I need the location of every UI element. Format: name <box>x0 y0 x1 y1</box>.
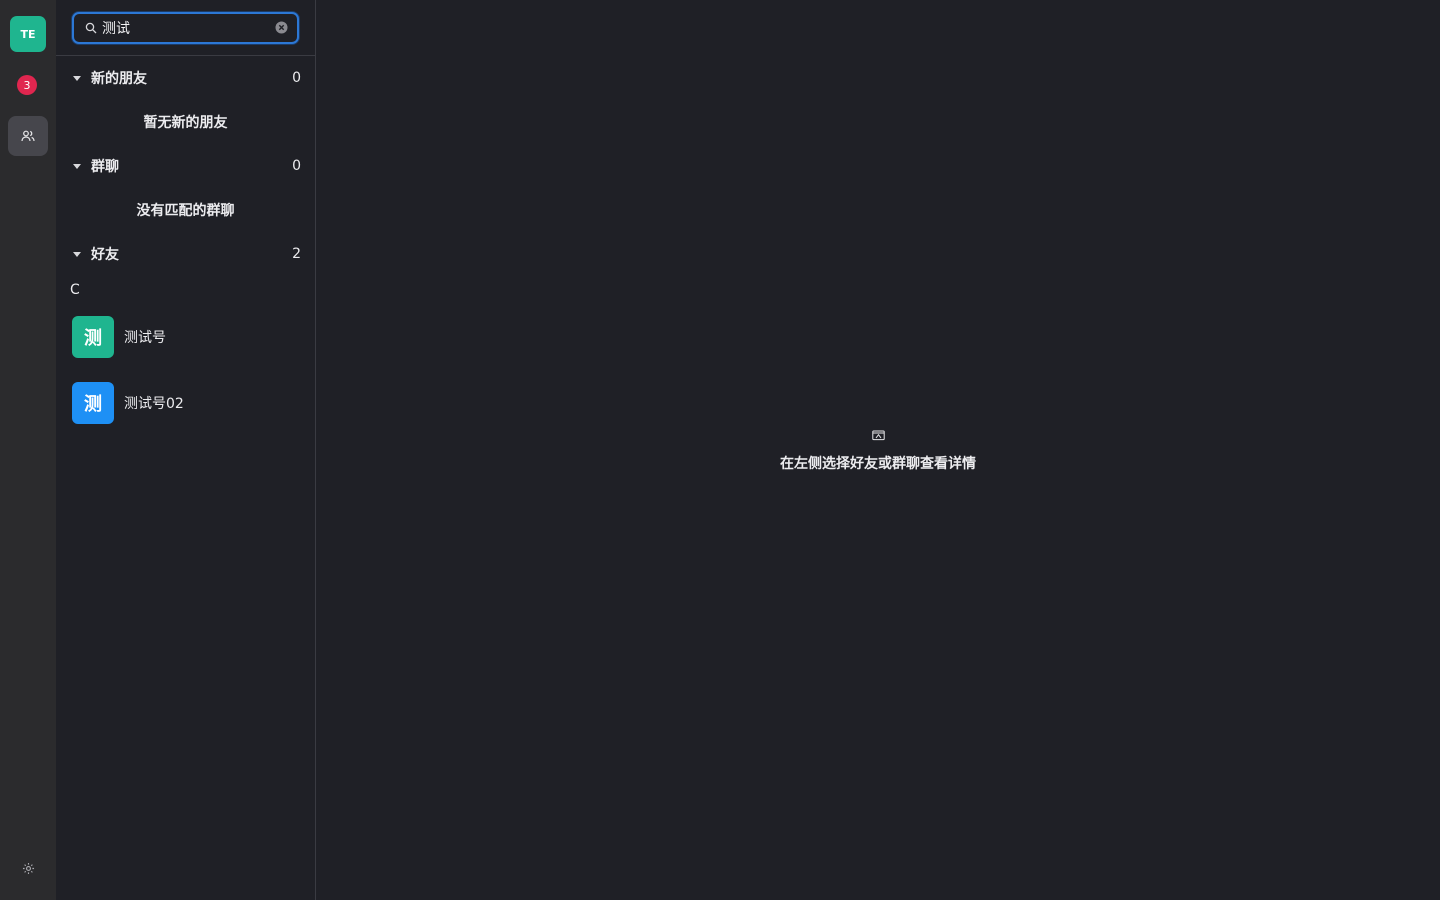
gear-icon <box>22 862 34 874</box>
settings-button[interactable] <box>20 860 36 876</box>
empty-state-text: 在左侧选择好友或群聊查看详情 <box>780 456 976 472</box>
search-bar <box>56 0 315 56</box>
search-box[interactable] <box>72 12 299 44</box>
caret-down-icon <box>73 75 81 81</box>
friend-name: 测试号 <box>124 330 166 346</box>
caret-down-icon <box>73 251 81 257</box>
nav-rail: TE 3 <box>0 0 56 900</box>
empty-new-friends: 暂无新的朋友 <box>143 115 228 131</box>
friend-item[interactable]: 测 测试号02 <box>56 370 315 436</box>
section-title: 群聊 <box>91 159 119 175</box>
friend-avatar: 测 <box>72 382 114 424</box>
section-title: 新的朋友 <box>91 71 147 87</box>
section-groups[interactable]: 群聊 0 <box>56 144 315 188</box>
alphabet-letter: C <box>70 282 80 298</box>
section-count: 0 <box>292 158 301 174</box>
section-new-friends[interactable]: 新的朋友 0 <box>56 56 315 100</box>
friend-name: 测试号02 <box>124 396 184 412</box>
empty-groups: 没有匹配的群聊 <box>136 203 235 219</box>
contacts-icon <box>21 130 35 142</box>
section-count: 0 <box>292 70 301 86</box>
detail-area: 在左侧选择好友或群聊查看详情 <box>316 0 1440 900</box>
search-input[interactable] <box>102 17 262 39</box>
section-title: 好友 <box>91 247 119 263</box>
clear-icon[interactable] <box>275 21 288 34</box>
section-count: 2 <box>292 246 301 262</box>
contacts-nav-button[interactable] <box>8 116 48 156</box>
empty-state: 在左侧选择好友或群聊查看详情 <box>316 426 1440 473</box>
search-icon <box>85 22 97 34</box>
friend-item[interactable]: 测 测试号 <box>56 304 315 370</box>
chat-nav-badge[interactable]: 3 <box>17 75 37 95</box>
friend-avatar: 测 <box>72 316 114 358</box>
user-avatar[interactable]: TE <box>10 16 46 52</box>
section-friends[interactable]: 好友 2 <box>56 232 315 276</box>
id-card-icon <box>871 430 885 441</box>
caret-down-icon <box>73 163 81 169</box>
contacts-panel: 新的朋友 0 暂无新的朋友 群聊 0 没有匹配的群聊 好友 2 C 测 测试号 … <box>56 0 316 900</box>
